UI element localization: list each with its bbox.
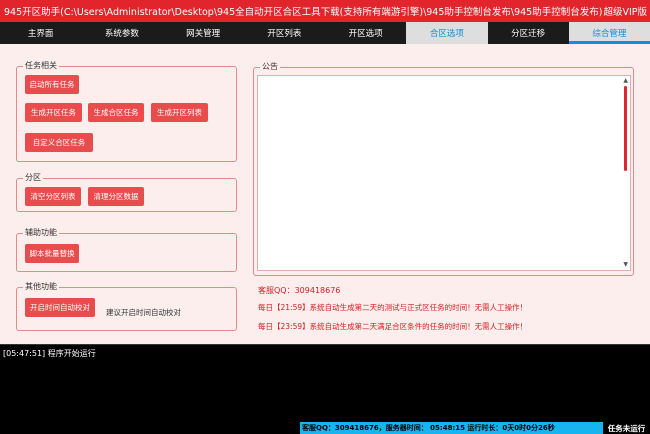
status-info: 客服QQ：309418676，服务器时间： 05:48:15 运行时长：0天0时… [300,422,603,434]
tab-system-params[interactable]: 系统参数 [81,22,162,44]
log-panel[interactable]: [05:47:51] 程序开始运行 [0,344,650,422]
scroll-up-icon[interactable]: ▲ [623,78,628,84]
generate-open-list-button[interactable]: 生成开区列表 [151,103,208,122]
task-status: 任务未运行 [607,423,646,433]
notice-message: 每日【21:59】系统自动生成第二天的测试与正式区任务的时间！无需人工操作！ [258,303,528,312]
log-line: [05:47:51] 程序开始运行 [3,349,96,358]
start-all-tasks-button[interactable]: 启动所有任务 [25,75,79,94]
auto-time-sync-button[interactable]: 开启时间自动校对 [25,298,95,317]
tab-partition-migrate[interactable]: 分区迁移 [488,22,569,44]
generate-open-task-button[interactable]: 生成开区任务 [25,103,82,122]
generate-merge-task-button[interactable]: 生成合区任务 [88,103,144,122]
tab-general-management[interactable]: 综合管理 [568,22,650,44]
tab-open-options[interactable]: 开区选项 [325,22,406,44]
support-qq: 客服QQ：309418676 [258,286,341,295]
scroll-down-icon[interactable]: ▼ [623,262,628,268]
clean-partition-data-button[interactable]: 清理分区数据 [88,187,144,206]
other-group-legend: 其他功能 [23,282,59,292]
tab-merge-options[interactable]: 合区选项 [406,22,488,44]
title-bar: 945开区助手(C:\Users\Administrator\Desktop\9… [0,0,650,22]
tab-bar: 主界面 系统参数 网关管理 开区列表 开区选项 合区选项 分区迁移 综合管理 [0,22,650,44]
tab-gateway[interactable]: 网关管理 [163,22,244,44]
notice-textarea[interactable]: ▲ ▼ [257,75,631,271]
status-bar: 客服QQ：309418676，服务器时间： 05:48:15 运行时长：0天0时… [0,422,650,434]
script-batch-replace-button[interactable]: 脚本批量替换 [25,244,79,263]
notice-scrollbar[interactable] [624,86,627,171]
auto-time-sync-hint: 建议开启时间自动校对 [106,308,181,317]
tab-main[interactable]: 主界面 [0,22,81,44]
notice-message: 每日【23:59】系统自动生成第二天满足合区条件的任务的时间！无需人工操作！ [258,322,528,331]
task-group-legend: 任务相关 [23,61,59,71]
clear-partition-list-button[interactable]: 清空分区列表 [25,187,81,206]
window-title: 945开区助手(C:\Users\Administrator\Desktop\9… [4,7,603,18]
aux-group-legend: 辅助功能 [23,228,59,238]
tab-open-list[interactable]: 开区列表 [244,22,325,44]
partition-group-legend: 分区 [23,173,43,183]
edition-label: 超级VIP版 [603,7,647,18]
custom-merge-task-button[interactable]: 自定义合区任务 [25,133,93,152]
notice-group-legend: 公告 [260,62,280,72]
